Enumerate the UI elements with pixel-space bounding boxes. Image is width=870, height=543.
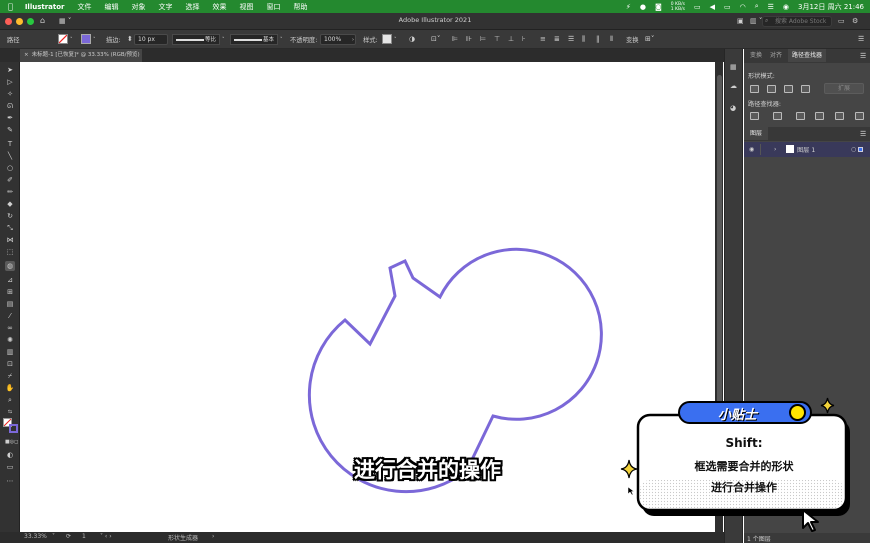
tab-transform[interactable]: 变换 (750, 49, 762, 62)
minus-front-button[interactable] (767, 85, 776, 93)
layers-count: 1 个图层 (747, 536, 771, 543)
artboard-number[interactable]: 1 (82, 533, 86, 540)
layer-name[interactable]: 图层 1 (797, 145, 815, 154)
rotate-view-icon[interactable]: ⟳ (66, 533, 71, 540)
pathfinders-label: 路径查找器: (748, 101, 782, 108)
visibility-eye-icon[interactable]: ◉ (749, 146, 754, 154)
unite-button[interactable] (750, 85, 759, 93)
target-icon[interactable]: ○ (851, 146, 856, 154)
panel-menu-icon[interactable]: ☰ (860, 52, 866, 60)
tip-line-1: Shift: (725, 436, 763, 450)
pointer-cursor-icon (802, 509, 819, 532)
intersect-button[interactable] (784, 85, 793, 93)
shape-modes-label: 形状模式: (748, 73, 775, 80)
video-subtitle: 进行合并的操作 (354, 458, 501, 482)
minus-back-button[interactable] (855, 112, 864, 120)
status-text: 形状生成器 (168, 535, 199, 542)
mouse-cursor-icon (627, 486, 635, 496)
tab-pathfinder[interactable]: 路径查找器 (788, 49, 827, 62)
tip-line-3: 进行合并操作 (711, 481, 777, 494)
sparkle-left-icon (620, 459, 638, 479)
layer-thumbnail (786, 145, 794, 153)
layer-row[interactable]: ◉ › 图层 1 ○ (744, 142, 870, 157)
tip-badge-label: 小贴士 (718, 408, 758, 423)
trim-button[interactable] (773, 112, 782, 120)
tab-layers[interactable]: 图层 (744, 127, 769, 140)
crop-button[interactable] (815, 112, 824, 120)
properties-panel-icon[interactable]: ▦ (730, 63, 737, 71)
expand-layer-chevron-icon[interactable]: › (774, 146, 776, 154)
expand-button[interactable]: 扩展 (824, 83, 864, 94)
tab-align[interactable]: 对齐 (770, 49, 782, 62)
divide-button[interactable] (750, 112, 759, 120)
color-panel-icon[interactable]: ◕ (730, 104, 736, 112)
badge-dot-icon (789, 404, 806, 421)
libraries-panel-icon[interactable]: ☁ (730, 82, 737, 90)
tip-card: 小贴士 Shift: 框选需要合并的形状 进行合并操作 (636, 401, 854, 519)
divider (760, 144, 761, 155)
outline-button[interactable] (835, 112, 844, 120)
tip-badge: 小贴士 (678, 401, 812, 424)
tip-line-2: 框选需要合并的形状 (694, 460, 794, 473)
status-chevron-icon[interactable]: › (212, 533, 214, 540)
selection-indicator[interactable] (858, 147, 863, 152)
zoom-chevron-icon[interactable]: ˅ (52, 533, 55, 540)
sparkle-right-icon (820, 397, 835, 414)
exclude-button[interactable] (801, 85, 810, 93)
layers-footer: 1 个图层 (744, 533, 870, 543)
artboard-nav-icon[interactable]: ˅ ‹ › (100, 533, 112, 540)
merge-button[interactable] (796, 112, 805, 120)
layers-menu-icon[interactable]: ☰ (860, 130, 866, 138)
status-bar: 33.33% ˅ ⟳ 1 ˅ ‹ › 形状生成器 › (0, 532, 742, 543)
zoom-level[interactable]: 33.33% (24, 533, 47, 540)
